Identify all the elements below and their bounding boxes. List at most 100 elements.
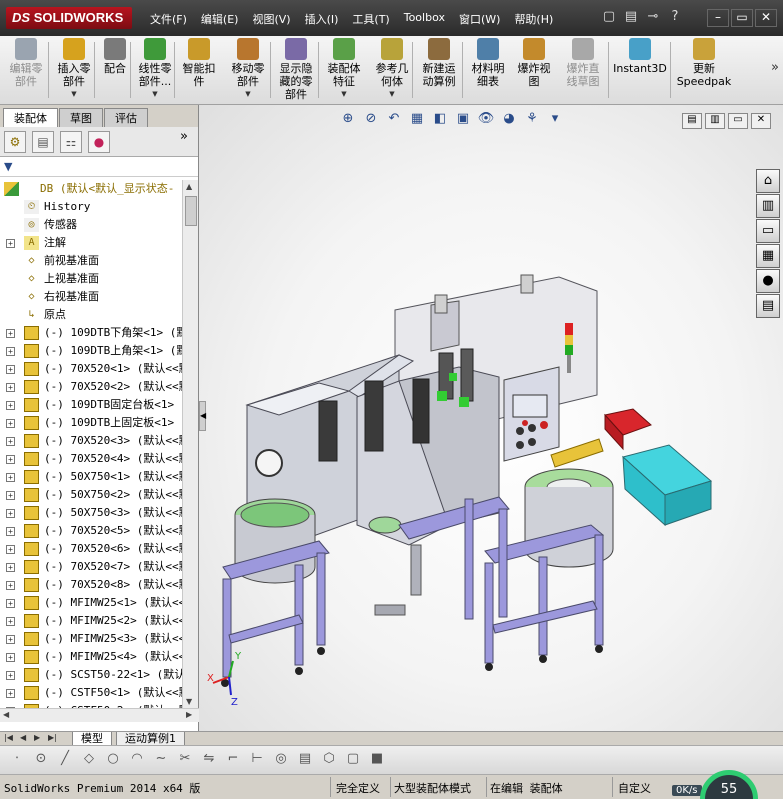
- expand-icon[interactable]: +: [6, 491, 15, 500]
- tree-item[interactable]: + (-) MFIMW25<2> (默认<<默: [0, 612, 182, 630]
- help-icon[interactable]: ?: [664, 9, 686, 27]
- expand-icon[interactable]: +: [6, 689, 15, 698]
- dropdown-arrow-icon[interactable]: ▼: [224, 88, 272, 101]
- assembly-model[interactable]: [199, 105, 783, 731]
- expand-icon[interactable]: +: [6, 455, 15, 464]
- expand-icon[interactable]: +: [6, 509, 15, 518]
- tab-model[interactable]: 模型: [72, 732, 112, 746]
- ribbon-button-11[interactable]: 爆炸视 图: [512, 38, 556, 102]
- last-tab-icon[interactable]: ▶|: [48, 733, 57, 742]
- scroll-right-icon[interactable]: ▶: [186, 710, 192, 719]
- tree-item[interactable]: + (-) 70X520<7> (默认<<默: [0, 558, 182, 576]
- menu-item-5[interactable]: Toolbox: [404, 11, 445, 27]
- tree-item[interactable]: + (-) 70X520<1> (默认<<默: [0, 360, 182, 378]
- expand-icon[interactable]: +: [6, 401, 15, 410]
- ribbon-button-9[interactable]: 新建运 动算例: [416, 38, 462, 102]
- section-icon[interactable]: ▤: [296, 751, 314, 769]
- dropdown-arrow-icon[interactable]: ▼: [322, 88, 366, 101]
- ribbon-button-0[interactable]: 编辑零 部件: [4, 38, 48, 102]
- tree-item[interactable]: + (-) 70X520<4> (默认<<默: [0, 450, 182, 468]
- tree-item[interactable]: + (-) 70X520<6> (默认<<默: [0, 540, 182, 558]
- expand-icon[interactable]: +: [6, 473, 15, 482]
- scroll-down-icon[interactable]: ▼: [186, 697, 192, 706]
- mirror-icon[interactable]: ⇋: [200, 751, 218, 769]
- tab-2[interactable]: 评估: [104, 108, 148, 127]
- solidworks-logo[interactable]: DS SOLIDWORKS: [6, 7, 132, 29]
- next-tab-icon[interactable]: ▶: [34, 733, 40, 742]
- ribbon-more-icon[interactable]: »: [771, 60, 779, 75]
- tree-item[interactable]: + (-) 70X520<8> (默认<<默: [0, 576, 182, 594]
- dropdown-arrow-icon[interactable]: ▼: [52, 88, 96, 101]
- menu-item-4[interactable]: 工具(T): [352, 11, 389, 27]
- tree-item[interactable]: ↳ 原点: [0, 306, 182, 324]
- ribbon-button-10[interactable]: 材料明 细表: [466, 38, 510, 102]
- view-icon[interactable]: ⬡: [320, 751, 338, 769]
- tree-item[interactable]: + (-) MFIMW25<4> (默认<<默: [0, 648, 182, 666]
- tab-motion-study[interactable]: 运动算例1: [116, 732, 185, 746]
- point-icon[interactable]: ⋅: [8, 751, 26, 769]
- tree-item[interactable]: + (-) SCST50-22<1> (默认<: [0, 666, 182, 684]
- tree-item[interactable]: + (-) 70X520<3> (默认<<默: [0, 432, 182, 450]
- scroll-thumb[interactable]: [185, 196, 197, 226]
- ribbon-button-7[interactable]: 装配体 特征 ▼: [322, 38, 366, 102]
- tree-vertical-scrollbar[interactable]: ▲ ▼: [182, 180, 198, 708]
- line-icon[interactable]: ╱: [56, 751, 74, 769]
- relation-icon[interactable]: ⊢: [248, 751, 266, 769]
- tree-item[interactable]: + (-) CSTF50<1> (默认<<默: [0, 684, 182, 702]
- expand-icon[interactable]: +: [6, 563, 15, 572]
- ribbon-button-2[interactable]: 配合: [98, 38, 132, 102]
- dropdown-arrow-icon[interactable]: ▼: [134, 88, 176, 101]
- custom-units[interactable]: 自定义: [618, 780, 651, 796]
- expand-icon[interactable]: +: [6, 383, 15, 392]
- circle-icon[interactable]: ○: [104, 751, 122, 769]
- tree-item[interactable]: + (-) 109DTB下角架<1> (默: [0, 324, 182, 342]
- expand-icon[interactable]: +: [6, 239, 15, 248]
- display-icon[interactable]: ◎: [272, 751, 290, 769]
- appearance-icon[interactable]: ●: [88, 131, 110, 153]
- expand-icon[interactable]: +: [6, 599, 15, 608]
- expand-icon[interactable]: +: [6, 329, 15, 338]
- tree-horizontal-scrollbar[interactable]: ◀ ▶: [0, 708, 199, 722]
- tree-item[interactable]: + (-) 109DTB上角架<1> (默: [0, 342, 182, 360]
- scroll-up-icon[interactable]: ▲: [186, 182, 192, 191]
- tree-item[interactable]: + (-) 50X750<2> (默认<<默: [0, 486, 182, 504]
- tree-item[interactable]: ◇ 右视基准面: [0, 288, 182, 306]
- tree-item[interactable]: + (-) 109DTB上固定板<1> (: [0, 414, 182, 432]
- ribbon-button-5[interactable]: 移动零 部件 ▼: [224, 38, 272, 102]
- ribbon-button-3[interactable]: 线性零 部件... ▼: [134, 38, 176, 102]
- ribbon-button-4[interactable]: 智能扣 件: [178, 38, 220, 102]
- expand-icon[interactable]: +: [6, 653, 15, 662]
- dimension-icon[interactable]: ⊙: [32, 751, 50, 769]
- menu-item-0[interactable]: 文件(F): [150, 11, 187, 27]
- prev-tab-icon[interactable]: ◀: [20, 733, 26, 742]
- tab-1[interactable]: 草图: [59, 108, 103, 127]
- ribbon-button-12[interactable]: 爆炸直 线草图: [560, 38, 606, 102]
- restore-icon[interactable]: ▭: [731, 9, 753, 27]
- tree-item[interactable]: + (-) 50X750<1> (默认<<默: [0, 468, 182, 486]
- menu-item-6[interactable]: 窗口(W): [459, 11, 500, 27]
- tree-item[interactable]: + (-) MFIMW25<3> (默认<<默: [0, 630, 182, 648]
- smart-dimension-icon[interactable]: ⌐: [224, 751, 242, 769]
- menu-item-1[interactable]: 编辑(E): [201, 11, 239, 27]
- tree-item[interactable]: ◇ 前视基准面: [0, 252, 182, 270]
- ribbon-button-14[interactable]: 更新 Speedpak: [674, 38, 734, 102]
- minimize-icon[interactable]: –: [707, 9, 729, 27]
- scroll-left-icon[interactable]: ◀: [3, 710, 9, 719]
- feature-tree-icon[interactable]: ⚙: [4, 131, 26, 153]
- tree-filter[interactable]: ▼ »: [0, 129, 198, 177]
- tree-item[interactable]: + (-) 70X520<2> (默认<<默: [0, 378, 182, 396]
- tree-item[interactable]: + (-) 109DTB固定台板<1> (: [0, 396, 182, 414]
- expand-icon[interactable]: +: [6, 365, 15, 374]
- panel-expand-icon[interactable]: »: [180, 129, 188, 144]
- cube-icon[interactable]: ▢: [344, 751, 362, 769]
- tree-root-assembly[interactable]: DB (默认<默认_显示状态-: [0, 180, 182, 198]
- ribbon-button-1[interactable]: 插入零 部件 ▼: [52, 38, 96, 102]
- arc-icon[interactable]: ◠: [128, 751, 146, 769]
- expand-icon[interactable]: +: [6, 581, 15, 590]
- expand-icon[interactable]: +: [6, 617, 15, 626]
- tree-item[interactable]: + (-) MFIMW25<1> (默认<<默: [0, 594, 182, 612]
- pin-icon[interactable]: ⊸: [642, 9, 664, 27]
- tree-item[interactable]: ◎ 传感器: [0, 216, 182, 234]
- trim-icon[interactable]: ✂: [176, 751, 194, 769]
- close-icon[interactable]: ✕: [755, 9, 777, 27]
